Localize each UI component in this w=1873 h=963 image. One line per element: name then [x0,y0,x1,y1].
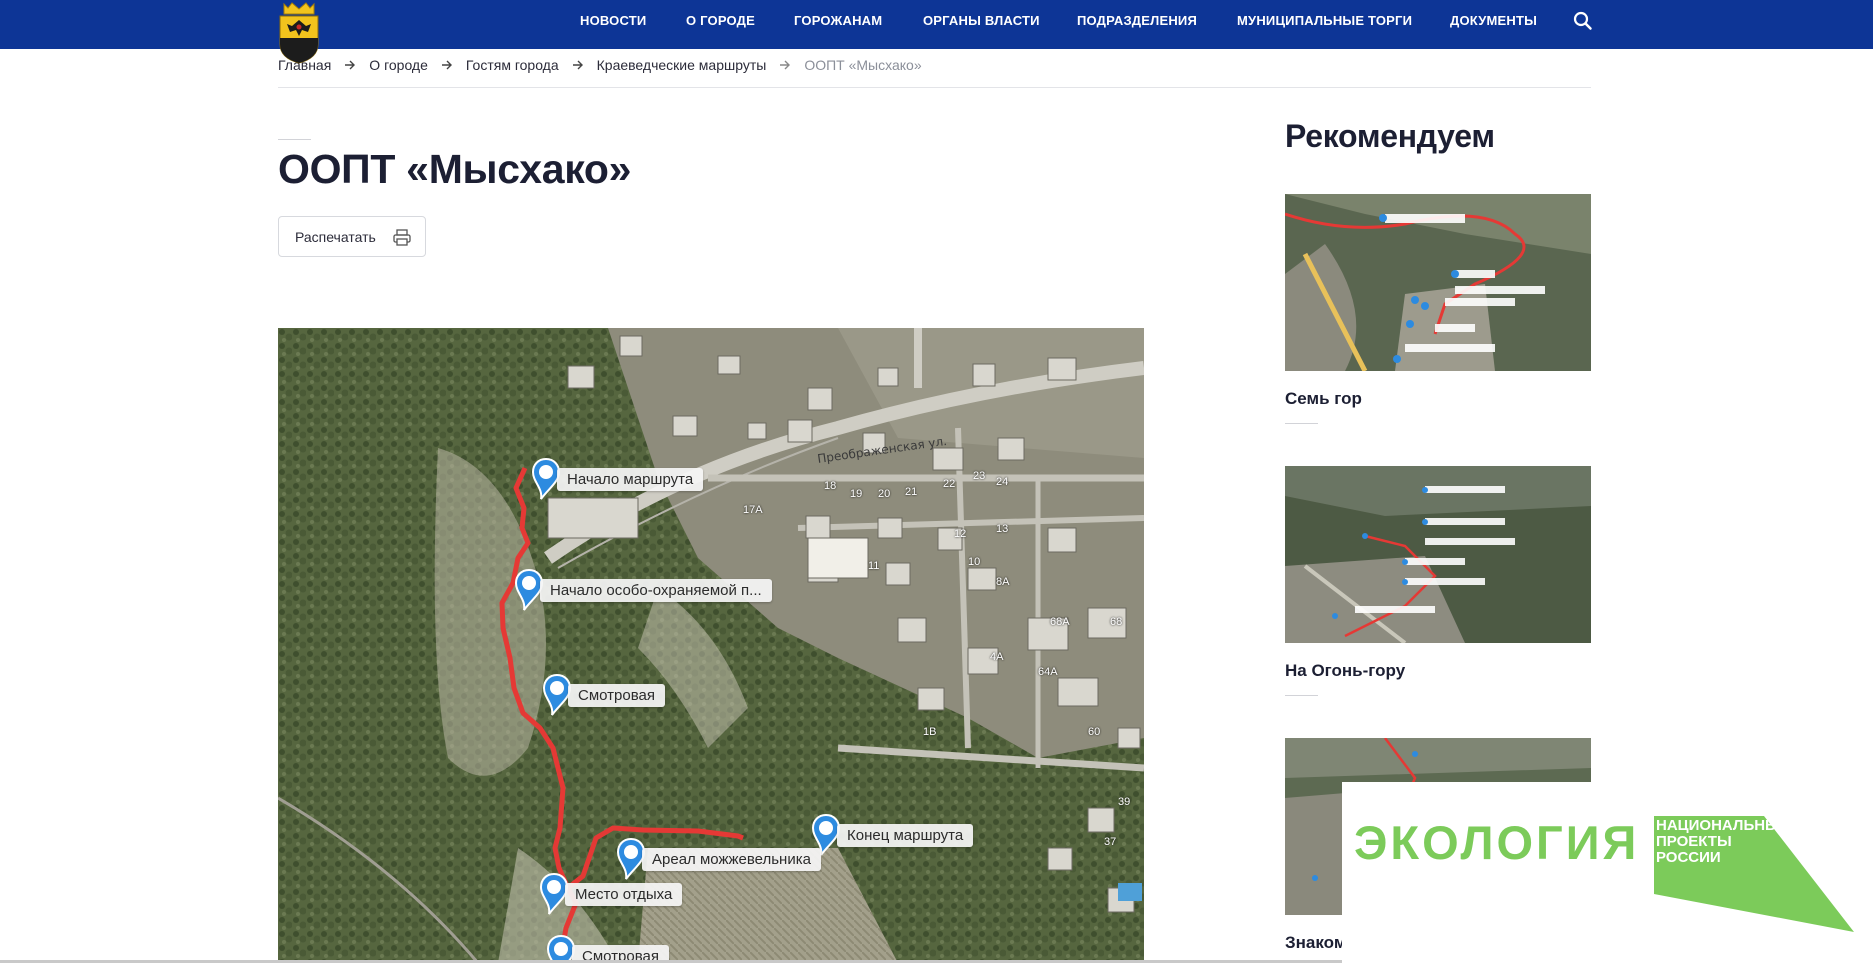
house-number: 37 [1104,836,1117,848]
divider [278,87,1591,88]
nav-item-citizens[interactable]: ГОРОЖАНАМ [794,0,882,42]
map-marker-label: Смотровая [568,683,665,707]
card-divider [1285,695,1318,696]
house-number: 18 [824,480,837,492]
card-caption: Семь гор [1285,389,1362,408]
house-number: 20 [878,488,891,500]
nav-item-news[interactable]: НОВОСТИ [580,0,646,42]
nav-item-about-city[interactable]: О ГОРОДЕ [686,0,755,42]
map-marker-route-end[interactable]: Конец маршрута [811,814,974,856]
nav-item-documents[interactable]: ДОКУМЕНТЫ [1450,0,1537,42]
print-button[interactable]: Распечатать [278,216,426,257]
city-coat-of-arms-logo[interactable] [278,0,320,64]
title-rule [278,139,311,140]
arrow-right-icon [780,60,791,70]
breadcrumb-current: ООПТ «Мысхако» [804,57,922,73]
house-number: 23 [973,470,986,482]
route-map[interactable]: Преображенская ул. 19 18 20 21 22 23 24 … [278,328,1144,963]
printer-icon [393,229,411,246]
house-number: 11 [868,560,880,572]
print-button-label: Распечатать [295,228,376,245]
ecology-national-project-banner[interactable]: ЭКОЛОГИЯ НАЦИОНАЛЬНЫЕ ПРОЕКТЫ РОССИИ [1342,782,1873,963]
map-marker-label: Ареал можжевельника [642,847,821,871]
house-number: 68 [1110,616,1123,628]
map-marker-label: Место отдыха [565,882,683,906]
map-marker-route-start[interactable]: Начало маршрута [531,458,704,500]
house-number: 4А [990,651,1004,663]
search-icon[interactable] [1572,10,1594,32]
house-number: 39 [1118,796,1131,808]
map-marker-label: Начало маршрута [557,467,704,491]
national-projects-logo-text: НАЦИОНАЛЬНЫЕ ПРОЕКТЫ РОССИИ [1656,817,1790,866]
recommended-card[interactable]: Семь гор [1285,194,1591,424]
route-thumbnail [1285,194,1591,371]
nav-item-municipal-auctions[interactable]: МУНИЦИПАЛЬНЫЕ ТОРГИ [1237,0,1412,42]
arrow-right-icon [441,60,452,70]
house-number: 22 [943,478,956,490]
map-marker-viewpoint-2[interactable]: Смотровая [546,935,669,963]
arrow-right-icon [572,60,583,70]
house-number: 13 [996,523,1009,535]
map-marker-rest-place[interactable]: Место отдыха [539,873,683,915]
recommended-heading: Рекомендуем [1285,118,1495,154]
banner-title: ЭКОЛОГИЯ [1354,816,1640,869]
house-number: 21 [905,486,918,498]
card-divider [1285,423,1318,424]
house-number: 64А [1038,666,1058,678]
breadcrumb-about-city[interactable]: О городе [369,57,428,73]
house-number: 19 [850,488,863,500]
house-number: 17А [743,504,763,516]
breadcrumb-guests[interactable]: Гостям города [466,57,559,73]
arrow-right-icon [345,60,356,70]
nav-item-departments[interactable]: ПОДРАЗДЕЛЕНИЯ [1077,0,1197,42]
house-number: 68А [1050,616,1070,628]
house-number: 60 [1088,726,1101,738]
route-thumbnail [1285,466,1591,643]
page-title: ООПТ «Мысхако» [278,146,632,192]
map-marker-protected-area-start[interactable]: Начало особо-охраняемой п... [514,569,772,611]
house-number: 8А [996,576,1010,588]
breadcrumb-local-routes[interactable]: Краеведческие маршруты [597,57,767,73]
nav-item-authorities[interactable]: ОРГАНЫ ВЛАСТИ [923,0,1040,42]
recommended-card[interactable]: На Огонь-гору [1285,466,1591,696]
house-number: 12 [954,528,967,540]
map-marker-label: Конец маршрута [837,823,974,847]
house-number: 1В [923,726,937,738]
card-caption: На Огонь-гору [1285,661,1406,680]
map-marker-label: Начало особо-охраняемой п... [540,578,772,602]
house-number: 24 [996,476,1009,488]
breadcrumb: Главная О городе Гостям города Краеведче… [278,55,922,75]
map-marker-viewpoint-1[interactable]: Смотровая [542,674,665,716]
house-number: 10 [968,556,981,568]
